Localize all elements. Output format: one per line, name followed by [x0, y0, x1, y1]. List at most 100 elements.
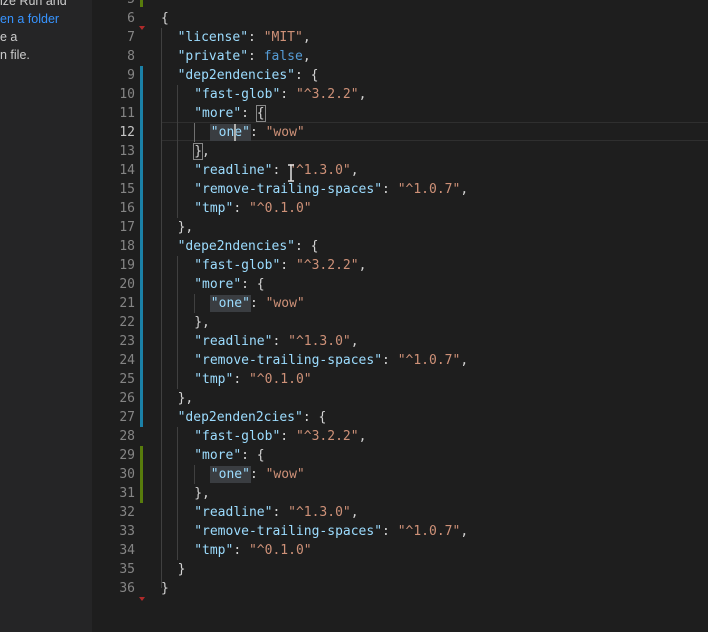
json-key: "license": [177, 30, 249, 45]
indent-guide: [177, 256, 178, 389]
json-key: "fast-glob": [194, 429, 281, 444]
code-line[interactable]: "dep2endencies": {: [178, 66, 319, 85]
json-string: "^1.0.7": [397, 182, 461, 197]
editor-text-area[interactable]: {"license": "MIT", "private": false, "dep2…: [161, 0, 708, 632]
json-punctuation: :: [280, 429, 296, 444]
json-punctuation: ,: [460, 353, 469, 368]
code-line[interactable]: "more": {: [194, 446, 264, 465]
code-line[interactable]: "more": {: [194, 275, 264, 294]
json-punctuation: :: [249, 125, 266, 140]
code-line[interactable]: "fast-glob": "^3.2.2",: [194, 427, 366, 446]
json-punctuation: :: [382, 182, 398, 197]
code-line[interactable]: "one": "wow": [211, 465, 305, 484]
code-line[interactable]: "tmp": "^0.1.0": [194, 541, 311, 560]
json-key: "one": [210, 467, 250, 482]
code-line[interactable]: "readline": "^1.3.0",: [194, 332, 358, 351]
indent-guide: [161, 28, 162, 588]
json-key: "depe2ndencies": [177, 239, 295, 254]
json-punctuation: :: [248, 49, 264, 64]
json-punctuation: ,: [302, 49, 311, 64]
json-punctuation: : {: [241, 448, 265, 463]
json-key: "readline": [194, 505, 273, 520]
code-line[interactable]: },: [194, 484, 210, 503]
code-line[interactable]: "remove-trailing-spaces": "^1.0.7",: [194, 351, 468, 370]
bracket-match-box: [193, 143, 204, 160]
line-number: 29: [119, 448, 135, 463]
line-number: 9: [127, 68, 135, 83]
json-key: "remove-trailing-spaces": [194, 182, 383, 197]
line-number: 30: [119, 467, 135, 482]
code-line[interactable]: }: [161, 579, 169, 598]
line-number-gutter: 5 6 7 8 9 10 11 12 13 14 15 16 17 18 19 20 21 22 23 24 25 26 2…: [92, 0, 140, 632]
line-number: 28: [119, 429, 135, 444]
line-number: 24: [119, 353, 135, 368]
json-punctuation: ,: [350, 334, 359, 349]
code-line[interactable]: "remove-trailing-spaces": "^1.0.7",: [194, 522, 468, 541]
code-line[interactable]: "fast-glob": "^3.2.2",: [194, 85, 366, 104]
line-number: 8: [127, 49, 135, 64]
json-punctuation: ,: [302, 30, 311, 45]
json-punctuation: :: [280, 87, 296, 102]
code-line[interactable]: "more": {: [194, 104, 264, 123]
code-line[interactable]: "dep2enden2cies": {: [178, 408, 327, 427]
json-string: "wow": [265, 467, 305, 482]
code-line[interactable]: },: [194, 313, 210, 332]
json-boolean: false: [263, 49, 303, 64]
json-string: "^1.3.0": [288, 334, 351, 349]
indent-guide: [177, 85, 178, 218]
code-line[interactable]: },: [178, 389, 194, 408]
json-punctuation: ,: [358, 429, 367, 444]
json-punctuation: }: [177, 562, 186, 577]
deleted-lines-marker[interactable]: [139, 26, 145, 30]
indent-guide: [194, 465, 195, 484]
gutter-modified-marker[interactable]: [140, 66, 143, 427]
line-number: 15: [119, 182, 135, 197]
code-line[interactable]: "tmp": "^0.1.0": [194, 370, 311, 389]
code-line[interactable]: },: [178, 218, 194, 237]
json-punctuation: ,: [358, 258, 367, 273]
json-punctuation: :: [280, 258, 296, 273]
code-line[interactable]: "depe2ndencies": {: [178, 237, 319, 256]
line-number: 32: [119, 505, 135, 520]
json-punctuation: ,: [460, 182, 469, 197]
line-number: 13: [119, 144, 135, 159]
line-number: 27: [119, 410, 135, 425]
json-punctuation: ,: [350, 163, 359, 178]
line-number: 23: [119, 334, 135, 349]
line-number: 26: [119, 391, 135, 406]
code-line[interactable]: "one": "wow": [211, 123, 305, 142]
code-line[interactable]: {: [161, 9, 169, 28]
code-line[interactable]: "one": "wow": [211, 294, 305, 313]
json-punctuation: ,: [460, 524, 469, 539]
code-line[interactable]: "remove-trailing-spaces": "^1.0.7",: [194, 180, 468, 199]
code-line[interactable]: "tmp": "^0.1.0": [194, 199, 311, 218]
code-line[interactable]: "license": "MIT",: [178, 28, 311, 47]
json-string: "^3.2.2": [295, 429, 359, 444]
sidebar-text-line: e a: [0, 30, 18, 44]
json-string: "^3.2.2": [295, 87, 359, 102]
indent-guide: [194, 294, 195, 313]
line-number: 10: [119, 87, 135, 102]
json-key: "tmp": [194, 372, 234, 387]
code-line[interactable]: "private": false,: [178, 47, 311, 66]
json-punctuation: :: [233, 201, 249, 216]
open-folder-link[interactable]: en a folder: [0, 12, 59, 26]
json-punctuation: :: [382, 353, 398, 368]
line-number: 16: [119, 201, 135, 216]
json-key: "one": [210, 125, 250, 140]
deleted-lines-marker[interactable]: [139, 597, 145, 601]
code-line[interactable]: }: [178, 560, 186, 579]
json-key: "remove-trailing-spaces": [194, 353, 383, 368]
code-line[interactable]: "readline": "^1.3.0",: [194, 503, 358, 522]
mouse-ibeam-cursor: [286, 164, 296, 182]
json-punctuation: :: [272, 505, 289, 520]
json-punctuation: },: [194, 486, 210, 501]
indent-guide: [177, 427, 178, 560]
line-number: 35: [119, 562, 135, 577]
gutter-added-marker[interactable]: [140, 0, 143, 7]
gutter-added-marker[interactable]: [140, 446, 143, 503]
line-number: 18: [119, 239, 135, 254]
code-line[interactable]: "readline": "^1.3.0",: [194, 161, 358, 180]
json-string: "^1.0.7": [397, 353, 461, 368]
code-line[interactable]: "fast-glob": "^3.2.2",: [194, 256, 366, 275]
